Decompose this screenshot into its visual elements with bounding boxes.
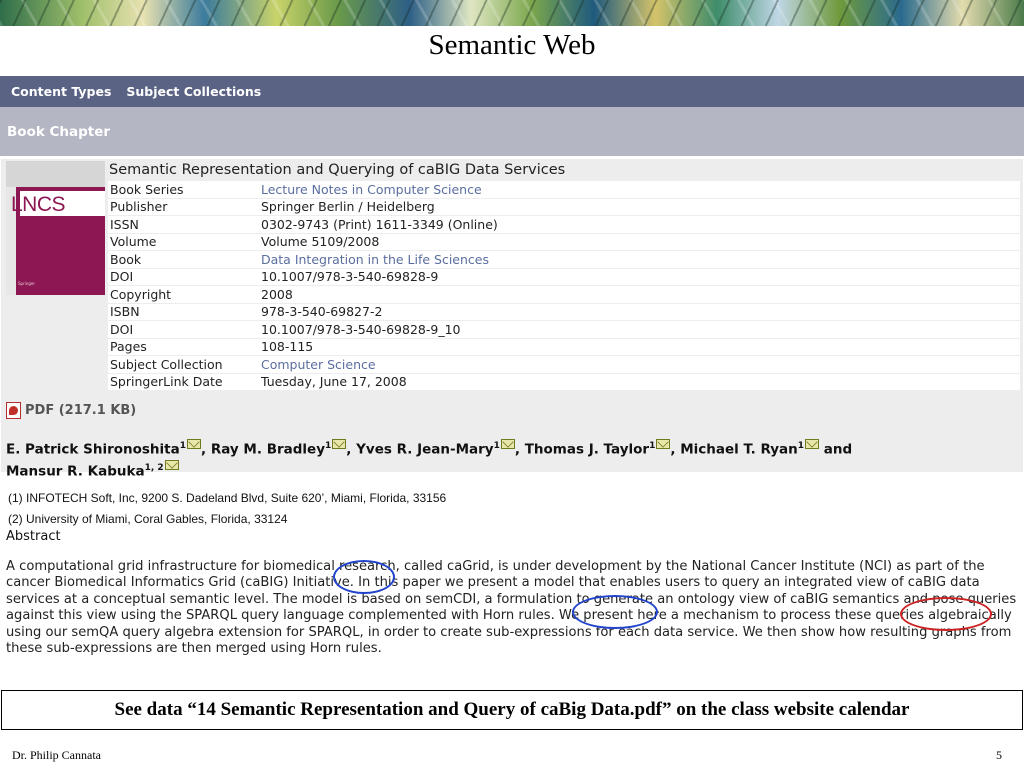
author-name[interactable]: E. Patrick Shironoshita xyxy=(6,442,180,458)
metadata-row: DOI 10.1007/978-3-540-69828-9_10 xyxy=(108,321,1020,338)
metadata-key: Publisher xyxy=(108,198,258,215)
author-affiliation-marker: 1, 2 xyxy=(144,462,164,473)
metadata-key: ISSN xyxy=(108,216,258,233)
slide-page-number: 5 xyxy=(996,748,1002,762)
author-name[interactable]: Ray M. Bradley xyxy=(211,442,325,458)
author-name[interactable]: Michael T. Ryan xyxy=(680,442,798,458)
slide-title: Semantic Web xyxy=(428,29,596,61)
author-name[interactable]: Yves R. Jean-Mary xyxy=(356,442,493,458)
affiliation-2: (2) University of Miami, Coral Gables, F… xyxy=(8,512,288,526)
metadata-row: Book Data Integration in the Life Science… xyxy=(108,251,1020,268)
email-icon[interactable] xyxy=(805,438,820,449)
metadata-value: 2008 xyxy=(258,286,1020,303)
stained-glass-banner xyxy=(0,0,1024,26)
metadata-value: 0302-9743 (Print) 1611-3349 (Online) xyxy=(258,216,1020,233)
section-bar: Book Chapter xyxy=(0,107,1024,156)
metadata-row: SpringerLink Date Tuesday, June 17, 2008 xyxy=(108,373,1020,390)
book-cover-image[interactable]: LNCS Springer xyxy=(6,161,105,295)
nav-subject-collections[interactable]: Subject Collections xyxy=(126,84,261,99)
author-affiliation-marker: 1 xyxy=(797,441,805,451)
metadata-row: Subject Collection Computer Science xyxy=(108,356,1020,373)
metadata-key: Copyright xyxy=(108,286,258,303)
cover-top-stripe xyxy=(6,161,105,187)
slide-caption: See data “14 Semantic Representation and… xyxy=(1,690,1023,730)
chapter-record: LNCS Springer Semantic Representation an… xyxy=(1,159,1023,472)
metadata-value: 108-115 xyxy=(258,338,1020,355)
author-affiliation-marker: 1 xyxy=(179,441,186,451)
email-icon[interactable] xyxy=(500,438,515,449)
metadata-value: Springer Berlin / Heidelberg xyxy=(258,198,1020,215)
metadata-key: Book Series xyxy=(108,181,258,198)
metadata-row: Volume Volume 5109/2008 xyxy=(108,233,1020,250)
metadata-row: ISBN 978-3-540-69827-2 xyxy=(108,303,1020,320)
metadata-key: DOI xyxy=(108,268,258,285)
author-list: E. Patrick Shironoshita1, Ray M. Bradley… xyxy=(6,437,1016,480)
top-navigation: Content Types Subject Collections xyxy=(0,76,1024,107)
metadata-link[interactable]: Data Integration in the Life Sciences xyxy=(258,251,1020,268)
author-and: and xyxy=(819,441,853,458)
metadata-row: Book Series Lecture Notes in Computer Sci… xyxy=(108,181,1020,198)
author-separator: , xyxy=(346,441,357,458)
metadata-link[interactable]: Lecture Notes in Computer Science xyxy=(258,181,1020,198)
author-affiliation-marker: 1 xyxy=(493,441,500,451)
metadata-key: SpringerLink Date xyxy=(108,373,258,390)
pdf-label: PDF (217.1 KB) xyxy=(25,403,137,418)
author-affiliation-marker: 1 xyxy=(649,441,656,451)
pdf-download-link[interactable]: PDF (217.1 KB) xyxy=(6,402,136,419)
metadata-key: ISBN xyxy=(108,303,258,320)
chapter-title: Semantic Representation and Querying of … xyxy=(109,162,566,178)
metadata-row: ISSN 0302-9743 (Print) 1611-3349 (Online) xyxy=(108,216,1020,233)
metadata-key: Pages xyxy=(108,338,258,355)
section-label: Book Chapter xyxy=(7,123,111,140)
email-icon[interactable] xyxy=(332,438,347,449)
springerlink-screenshot: Content Types Subject Collections Book C… xyxy=(0,76,1024,690)
slide-author: Dr. Philip Cannata xyxy=(12,748,101,762)
metadata-link[interactable]: Computer Science xyxy=(258,356,1020,373)
author-name[interactable]: Mansur R. Kabuka xyxy=(6,463,145,479)
metadata-key: Volume xyxy=(108,233,258,250)
metadata-table: Book Series Lecture Notes in Computer Sci… xyxy=(108,180,1020,391)
metadata-row: Copyright 2008 xyxy=(108,286,1020,303)
cover-publisher-text: Springer xyxy=(18,281,36,286)
author-separator: , xyxy=(670,441,681,458)
metadata-value: 978-3-540-69827-2 xyxy=(258,303,1020,320)
author-separator: , xyxy=(201,441,211,458)
affiliation-1: (1) INFOTECH Soft, Inc, 9200 S. Dadeland… xyxy=(8,491,447,505)
email-icon[interactable] xyxy=(164,460,179,470)
metadata-row: DOI 10.1007/978-3-540-69828-9 xyxy=(108,268,1020,285)
metadata-key: Book xyxy=(108,251,258,268)
abstract-heading: Abstract xyxy=(6,529,61,544)
pdf-icon xyxy=(6,402,21,419)
author-name[interactable]: Thomas J. Taylor xyxy=(525,442,649,458)
email-icon[interactable] xyxy=(187,438,201,449)
metadata-value: 10.1007/978-3-540-69828-9 xyxy=(258,268,1020,285)
metadata-row: Publisher Springer Berlin / Heidelberg xyxy=(108,198,1020,215)
metadata-value: Volume 5109/2008 xyxy=(258,233,1020,250)
author-affiliation-marker: 1 xyxy=(325,441,332,451)
metadata-value: 10.1007/978-3-540-69828-9_10 xyxy=(258,321,1020,338)
author-separator: , xyxy=(514,441,525,458)
nav-content-types[interactable]: Content Types xyxy=(11,84,111,99)
email-icon[interactable] xyxy=(656,438,671,449)
cover-series-text: LNCS xyxy=(11,193,66,216)
abstract-text: A computational grid infrastructure for … xyxy=(6,559,1017,657)
metadata-key: Subject Collection xyxy=(108,356,258,373)
metadata-row: Pages 108-115 xyxy=(108,338,1020,355)
metadata-value: Tuesday, June 17, 2008 xyxy=(258,373,1020,390)
metadata-key: DOI xyxy=(108,321,258,338)
